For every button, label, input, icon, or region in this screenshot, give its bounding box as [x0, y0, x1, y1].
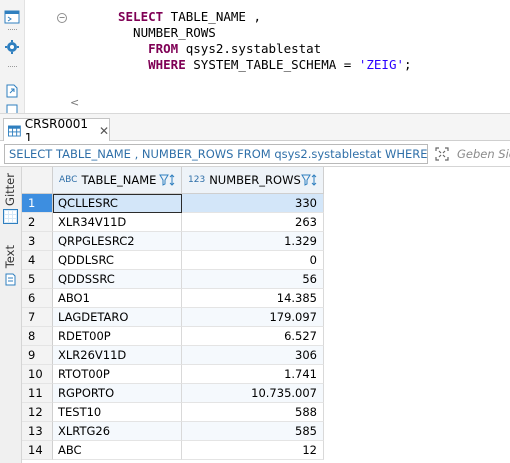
result-view-switcher: Gitter Text — [0, 167, 22, 463]
row-number[interactable]: 6 — [22, 289, 53, 308]
results-grid[interactable]: ABC TABLE_NAME 123 NUMBER_ROWS 1 QCLLESRC… — [22, 167, 510, 463]
row-number[interactable]: 14 — [22, 441, 53, 460]
row-number[interactable]: 9 — [22, 346, 53, 365]
export-icon[interactable] — [3, 82, 21, 100]
table-row[interactable]: 7 LAGDETARO 179.097 — [22, 308, 324, 327]
cell-table-name[interactable]: ABO1 — [53, 289, 182, 308]
fold-collapse-icon[interactable]: − — [57, 13, 67, 23]
sql-text[interactable]: SELECT TABLE_NAME , NUMBER_ROWS FROM qsy… — [118, 9, 412, 73]
row-number[interactable]: 3 — [22, 232, 53, 251]
table-row[interactable]: 8 RDET00P 6.527 — [22, 327, 324, 346]
cell-table-name[interactable]: RTOT00P — [53, 365, 182, 384]
row-number[interactable]: 1 — [22, 194, 53, 213]
row-number[interactable]: 7 — [22, 308, 53, 327]
cell-number-rows[interactable]: 306 — [182, 346, 324, 365]
row-number[interactable]: 10 — [22, 365, 53, 384]
table-icon — [8, 125, 21, 136]
cell-table-name[interactable]: TEST10 — [53, 403, 182, 422]
result-tab-strip: CRSR0001 1 ✕ — [0, 113, 510, 145]
row-number[interactable]: 5 — [22, 270, 53, 289]
cell-number-rows[interactable]: 263 — [182, 213, 324, 232]
cell-table-name[interactable]: QDDLSRC — [53, 251, 182, 270]
row-number[interactable]: 8 — [22, 327, 53, 346]
execute-script-icon[interactable] — [3, 8, 21, 26]
row-number[interactable]: 4 — [22, 251, 53, 270]
cell-number-rows[interactable]: 179.097 — [182, 308, 324, 327]
grid-view-tab[interactable]: Gitter — [3, 173, 17, 206]
cell-number-rows[interactable]: 56 — [182, 270, 324, 289]
column-name: TABLE_NAME — [81, 173, 157, 187]
table-row[interactable]: 5 QDDSSRC 56 — [22, 270, 324, 289]
cell-table-name[interactable]: ABC — [53, 441, 182, 460]
filter-sort-icon[interactable] — [301, 173, 319, 187]
column-header-table-name[interactable]: ABC TABLE_NAME — [53, 167, 182, 194]
table-row[interactable]: 3 QRPGLESRC2 1.329 — [22, 232, 324, 251]
table-row[interactable]: 9 XLR26V11D 306 — [22, 346, 324, 365]
cell-table-name[interactable]: RGPORTO — [53, 384, 182, 403]
toolbar-separator — [8, 66, 17, 69]
row-number-header[interactable] — [22, 167, 53, 194]
table-row[interactable]: 14 ABC 12 — [22, 441, 324, 460]
table-row[interactable]: 12 TEST10 588 — [22, 403, 324, 422]
cell-number-rows[interactable]: 10.735.007 — [182, 384, 324, 403]
table-row[interactable]: 11 RGPORTO 10.735.007 — [22, 384, 324, 403]
cell-number-rows[interactable]: 6.527 — [182, 327, 324, 346]
cell-table-name[interactable]: XLR26V11D — [53, 346, 182, 365]
table-row[interactable]: 4 QDDLSRC 0 — [22, 251, 324, 270]
expand-filter-icon[interactable] — [433, 145, 451, 163]
cell-table-name[interactable]: QCLLESRC — [53, 194, 182, 213]
filter-bar: q SELECT TABLE_NAME , NUMBER_ROWS FROM q… — [0, 141, 510, 167]
result-tab-crsr0001[interactable]: CRSR0001 1 ✕ — [3, 117, 110, 145]
row-number[interactable]: 2 — [22, 213, 53, 232]
cell-number-rows[interactable]: 1.329 — [182, 232, 324, 251]
cell-number-rows[interactable]: 1.741 — [182, 365, 324, 384]
editor-left-toolbar — [0, 0, 25, 114]
column-header-number-rows[interactable]: 123 NUMBER_ROWS — [182, 167, 324, 194]
cell-table-name[interactable]: LAGDETARO — [53, 308, 182, 327]
table-row[interactable]: 6 ABO1 14.385 — [22, 289, 324, 308]
cell-number-rows[interactable]: 14.385 — [182, 289, 324, 308]
filter-query-text: SELECT TABLE_NAME , NUMBER_ROWS FROM qsy… — [9, 147, 428, 161]
cell-table-name[interactable]: XLR34V11D — [53, 213, 182, 232]
cell-number-rows[interactable]: 0 — [182, 251, 324, 270]
text-view-icon[interactable] — [5, 273, 16, 289]
row-number[interactable]: 12 — [22, 403, 53, 422]
cell-table-name[interactable]: XLRTG26 — [53, 422, 182, 441]
grid-view-icon[interactable] — [3, 209, 18, 224]
table-row[interactable]: 13 XLRTG26 585 — [22, 422, 324, 441]
table-row[interactable]: 10 RTOT00P 1.741 — [22, 365, 324, 384]
table-row[interactable]: 2 XLR34V11D 263 — [22, 213, 324, 232]
scroll-left-arrow[interactable]: < — [70, 96, 79, 109]
sql-editor[interactable]: − SELECT TABLE_NAME , NUMBER_ROWS FROM q… — [0, 0, 510, 114]
cell-number-rows[interactable]: 588 — [182, 403, 324, 422]
table-row[interactable]: 1 QCLLESRC 330 — [22, 194, 324, 213]
number-type-icon: 123 — [188, 175, 206, 185]
filter-query-field[interactable]: q SELECT TABLE_NAME , NUMBER_ROWS FROM q… — [4, 144, 428, 164]
row-number[interactable]: 13 — [22, 422, 53, 441]
text-view-tab[interactable]: Text — [3, 245, 17, 268]
cell-number-rows[interactable]: 12 — [182, 441, 324, 460]
string-type-icon: ABC — [59, 175, 78, 185]
toolbar-separator — [8, 29, 17, 32]
settings-gear-icon[interactable] — [3, 38, 21, 56]
cell-table-name[interactable]: RDET00P — [53, 327, 182, 346]
grid-header-row: ABC TABLE_NAME 123 NUMBER_ROWS — [22, 167, 510, 194]
filter-hint-text: Geben Sie — [457, 147, 510, 161]
close-tab-icon[interactable]: ✕ — [99, 124, 109, 138]
cell-number-rows[interactable]: 585 — [182, 422, 324, 441]
cell-table-name[interactable]: QDDSSRC — [53, 270, 182, 289]
row-number[interactable]: 11 — [22, 384, 53, 403]
column-name: NUMBER_ROWS — [209, 173, 301, 187]
cell-number-rows[interactable]: 330 — [182, 194, 324, 213]
filter-sort-icon[interactable] — [159, 173, 177, 187]
cell-table-name[interactable]: QRPGLESRC2 — [53, 232, 182, 251]
